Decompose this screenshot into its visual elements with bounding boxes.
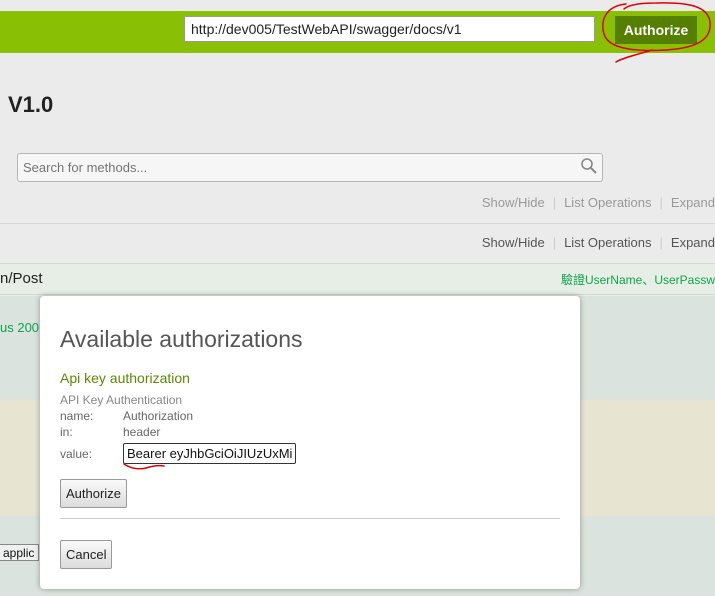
- response-status-text: us 200: [0, 320, 40, 335]
- expand-operations-link[interactable]: Expand: [671, 195, 715, 210]
- endpoint-description[interactable]: 驗證UserName、UserPassw: [561, 271, 715, 288]
- modal-title: Available authorizations: [60, 326, 303, 352]
- modal-cancel-button[interactable]: Cancel: [60, 540, 113, 569]
- search-icon[interactable]: [580, 157, 598, 175]
- search-input[interactable]: [17, 153, 603, 182]
- expand-operations-link[interactable]: Expand: [671, 235, 715, 250]
- auth-method-heading: Api key authorization: [60, 370, 190, 386]
- endpoint-path[interactable]: n/Post: [0, 270, 43, 287]
- content-type-select[interactable]: applic: [0, 544, 40, 561]
- api-url-input[interactable]: [184, 16, 595, 42]
- show-hide-link[interactable]: Show/Hide: [482, 235, 545, 250]
- modal-authorize-button[interactable]: Authorize: [60, 479, 127, 508]
- auth-type-label: API Key Authentication: [60, 393, 183, 407]
- modal-divider: [60, 518, 560, 519]
- in-value: header: [123, 425, 161, 439]
- operations-row-resource: Show/Hide | List Operations | Expand: [0, 224, 715, 264]
- list-operations-link[interactable]: List Operations: [564, 235, 651, 250]
- value-label: value:: [60, 447, 93, 461]
- name-label: name:: [60, 409, 94, 423]
- name-value: Authorization: [123, 409, 194, 423]
- header-bar: Authorize: [0, 11, 715, 53]
- operations-row: Show/Hide | List Operations | Expand: [0, 184, 715, 224]
- endpoint-heading[interactable]: n/Post 驗證UserName、UserPassw: [0, 264, 715, 295]
- api-version-title: V1.0: [8, 92, 54, 117]
- list-operations-link[interactable]: List Operations: [564, 195, 651, 210]
- show-hide-link[interactable]: Show/Hide: [482, 195, 545, 210]
- api-key-value-input[interactable]: [123, 443, 296, 464]
- authorization-modal: Available authorizations Api key authori…: [40, 296, 580, 589]
- in-label: in:: [60, 425, 73, 439]
- authorize-button[interactable]: Authorize: [615, 16, 697, 44]
